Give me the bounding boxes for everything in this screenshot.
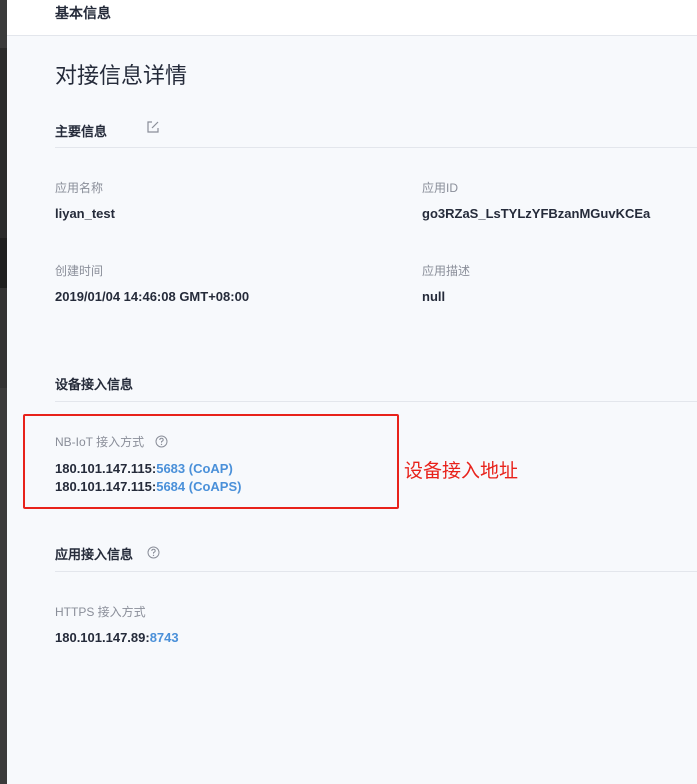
address-host: 180.101.147.89: [55, 630, 150, 645]
help-icon[interactable] [147, 546, 160, 559]
sidebar-segment [0, 48, 7, 238]
app-id-value: go3RZaS_LsTYLzYFBzanMGuvKCEa [422, 206, 651, 221]
page-title: 对接信息详情 [55, 63, 188, 88]
section-divider [55, 401, 697, 402]
sidebar-segment [0, 238, 7, 288]
device-access-title: 设备接入信息 [55, 377, 134, 392]
app-access-title: 应用接入信息 [55, 547, 134, 562]
main-info-title: 主要信息 [55, 124, 108, 139]
top-header-bar: 基本信息 [7, 0, 697, 36]
left-sidebar-strip [0, 0, 7, 784]
annotation-highlight-box [23, 414, 399, 509]
app-desc-value: null [422, 289, 446, 304]
created-time-label: 创建时间 [55, 264, 104, 278]
app-desc-label: 应用描述 [422, 264, 471, 278]
tab-basic-info[interactable]: 基本信息 [55, 3, 111, 23]
section-divider [55, 147, 697, 148]
app-id-label: 应用ID [422, 181, 459, 195]
app-name-value: liyan_test [55, 206, 115, 221]
section-divider [55, 571, 697, 572]
https-label: HTTPS 接入方式 [55, 605, 146, 619]
sidebar-segment [0, 288, 7, 388]
https-address: 180.101.147.89:8743 [55, 630, 179, 645]
address-port: 8743 [149, 630, 179, 645]
annotation-label: 设备接入地址 [404, 461, 519, 482]
created-time-value: 2019/01/04 14:46:08 GMT+08:00 [55, 289, 250, 304]
app-name-label: 应用名称 [55, 181, 104, 195]
edit-icon[interactable] [146, 120, 160, 134]
